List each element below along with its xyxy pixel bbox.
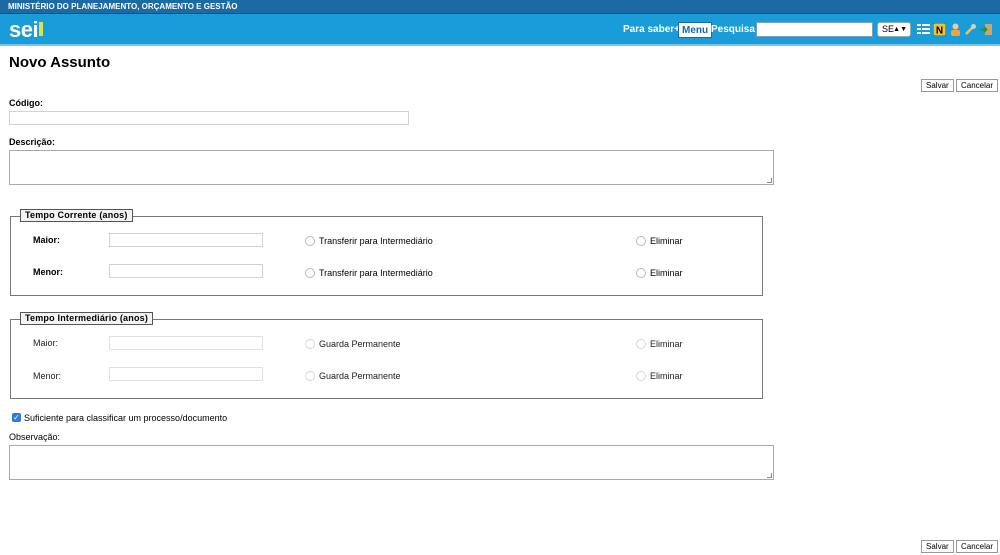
logo-mark (39, 22, 44, 36)
corrente-eliminar-menor-radio[interactable] (636, 268, 646, 278)
tempo-corrente-fieldset (10, 216, 763, 296)
svg-text:N: N (936, 26, 943, 37)
suficiente-label: Suficiente para classificar um processo/… (24, 413, 228, 423)
descricao-label: Descrição: (9, 137, 56, 147)
list-icon[interactable] (917, 23, 930, 36)
intermediario-guarda-maior-radio[interactable] (305, 339, 315, 349)
user-icon[interactable] (949, 23, 962, 36)
exit-icon[interactable] (980, 23, 993, 36)
page-title: Novo Assunto (9, 54, 111, 71)
tools-icon[interactable] (964, 23, 977, 36)
intermediario-eliminar-maior-label: Eliminar (650, 339, 683, 349)
intermediario-guarda-menor-label: Guarda Permanente (319, 371, 401, 381)
intermediario-menor-input[interactable] (109, 367, 263, 381)
intermediario-eliminar-menor-label: Eliminar (650, 371, 683, 381)
suficiente-checkbox[interactable]: ✓ (12, 413, 21, 422)
intermediario-maior-label: Maior: (33, 338, 59, 348)
corrente-transferir-maior-radio[interactable] (305, 236, 315, 246)
observacao-label: Observação: (9, 432, 61, 442)
corrente-maior-input[interactable] (109, 233, 263, 247)
corrente-menor-label: Menor: (33, 267, 63, 277)
corrente-eliminar-menor-label: Eliminar (650, 268, 683, 278)
intermediario-eliminar-maior-radio[interactable] (636, 339, 646, 349)
para-saber-link[interactable]: Para saber+ (623, 23, 680, 37)
intermediario-maior-input[interactable] (109, 336, 263, 350)
resize-handle[interactable] (767, 178, 772, 183)
save-button-bottom[interactable]: Salvar (921, 540, 954, 553)
org-bar: MINISTÉRIO DO PLANEJAMENTO, ORÇAMENTO E … (0, 0, 1000, 14)
corrente-transferir-menor-radio[interactable] (305, 268, 315, 278)
corrente-maior-label: Maior: (33, 235, 60, 245)
tempo-corrente-legend: Tempo Corrente (anos) (20, 209, 133, 222)
select-arrow-icon: ▲▼ (893, 26, 907, 33)
menu-button[interactable]: Menu (678, 22, 713, 38)
corrente-transferir-menor-label: Transferir para Intermediário (319, 268, 433, 278)
tempo-intermediario-legend: Tempo Intermediário (anos) (20, 312, 154, 325)
descricao-textarea[interactable] (9, 150, 774, 185)
unit-select[interactable]: SE ▲▼ (877, 22, 911, 37)
cancel-button-bottom[interactable]: Cancelar (956, 540, 999, 553)
org-name: MINISTÉRIO DO PLANEJAMENTO, ORÇAMENTO E … (8, 2, 238, 11)
corrente-eliminar-maior-label: Eliminar (650, 236, 683, 246)
corrente-menor-input[interactable] (109, 264, 263, 278)
tempo-intermediario-fieldset (10, 319, 763, 399)
intermediario-guarda-maior-label: Guarda Permanente (319, 339, 401, 349)
intermediario-eliminar-menor-radio[interactable] (636, 371, 646, 381)
sei-logo[interactable]: sei (9, 18, 44, 42)
intermediario-guarda-menor-radio[interactable] (305, 371, 315, 381)
navbar: sei Para saber+ Menu Pesquisa SE ▲▼ N (0, 14, 1000, 46)
pesquisa-label: Pesquisa (711, 24, 755, 35)
codigo-input[interactable] (9, 111, 409, 125)
codigo-label: Código: (9, 98, 43, 108)
corrente-transferir-maior-label: Transferir para Intermediário (319, 236, 433, 246)
resize-handle[interactable] (767, 473, 772, 478)
cancel-button[interactable]: Cancelar (956, 79, 999, 92)
save-button[interactable]: Salvar (921, 79, 954, 92)
observacao-textarea[interactable] (9, 445, 774, 480)
intermediario-menor-label: Menor: (33, 371, 62, 381)
check-icon: ✓ (13, 413, 20, 422)
search-input[interactable] (756, 22, 873, 37)
corrente-eliminar-maior-radio[interactable] (636, 236, 646, 246)
notification-icon[interactable]: N (933, 23, 946, 36)
